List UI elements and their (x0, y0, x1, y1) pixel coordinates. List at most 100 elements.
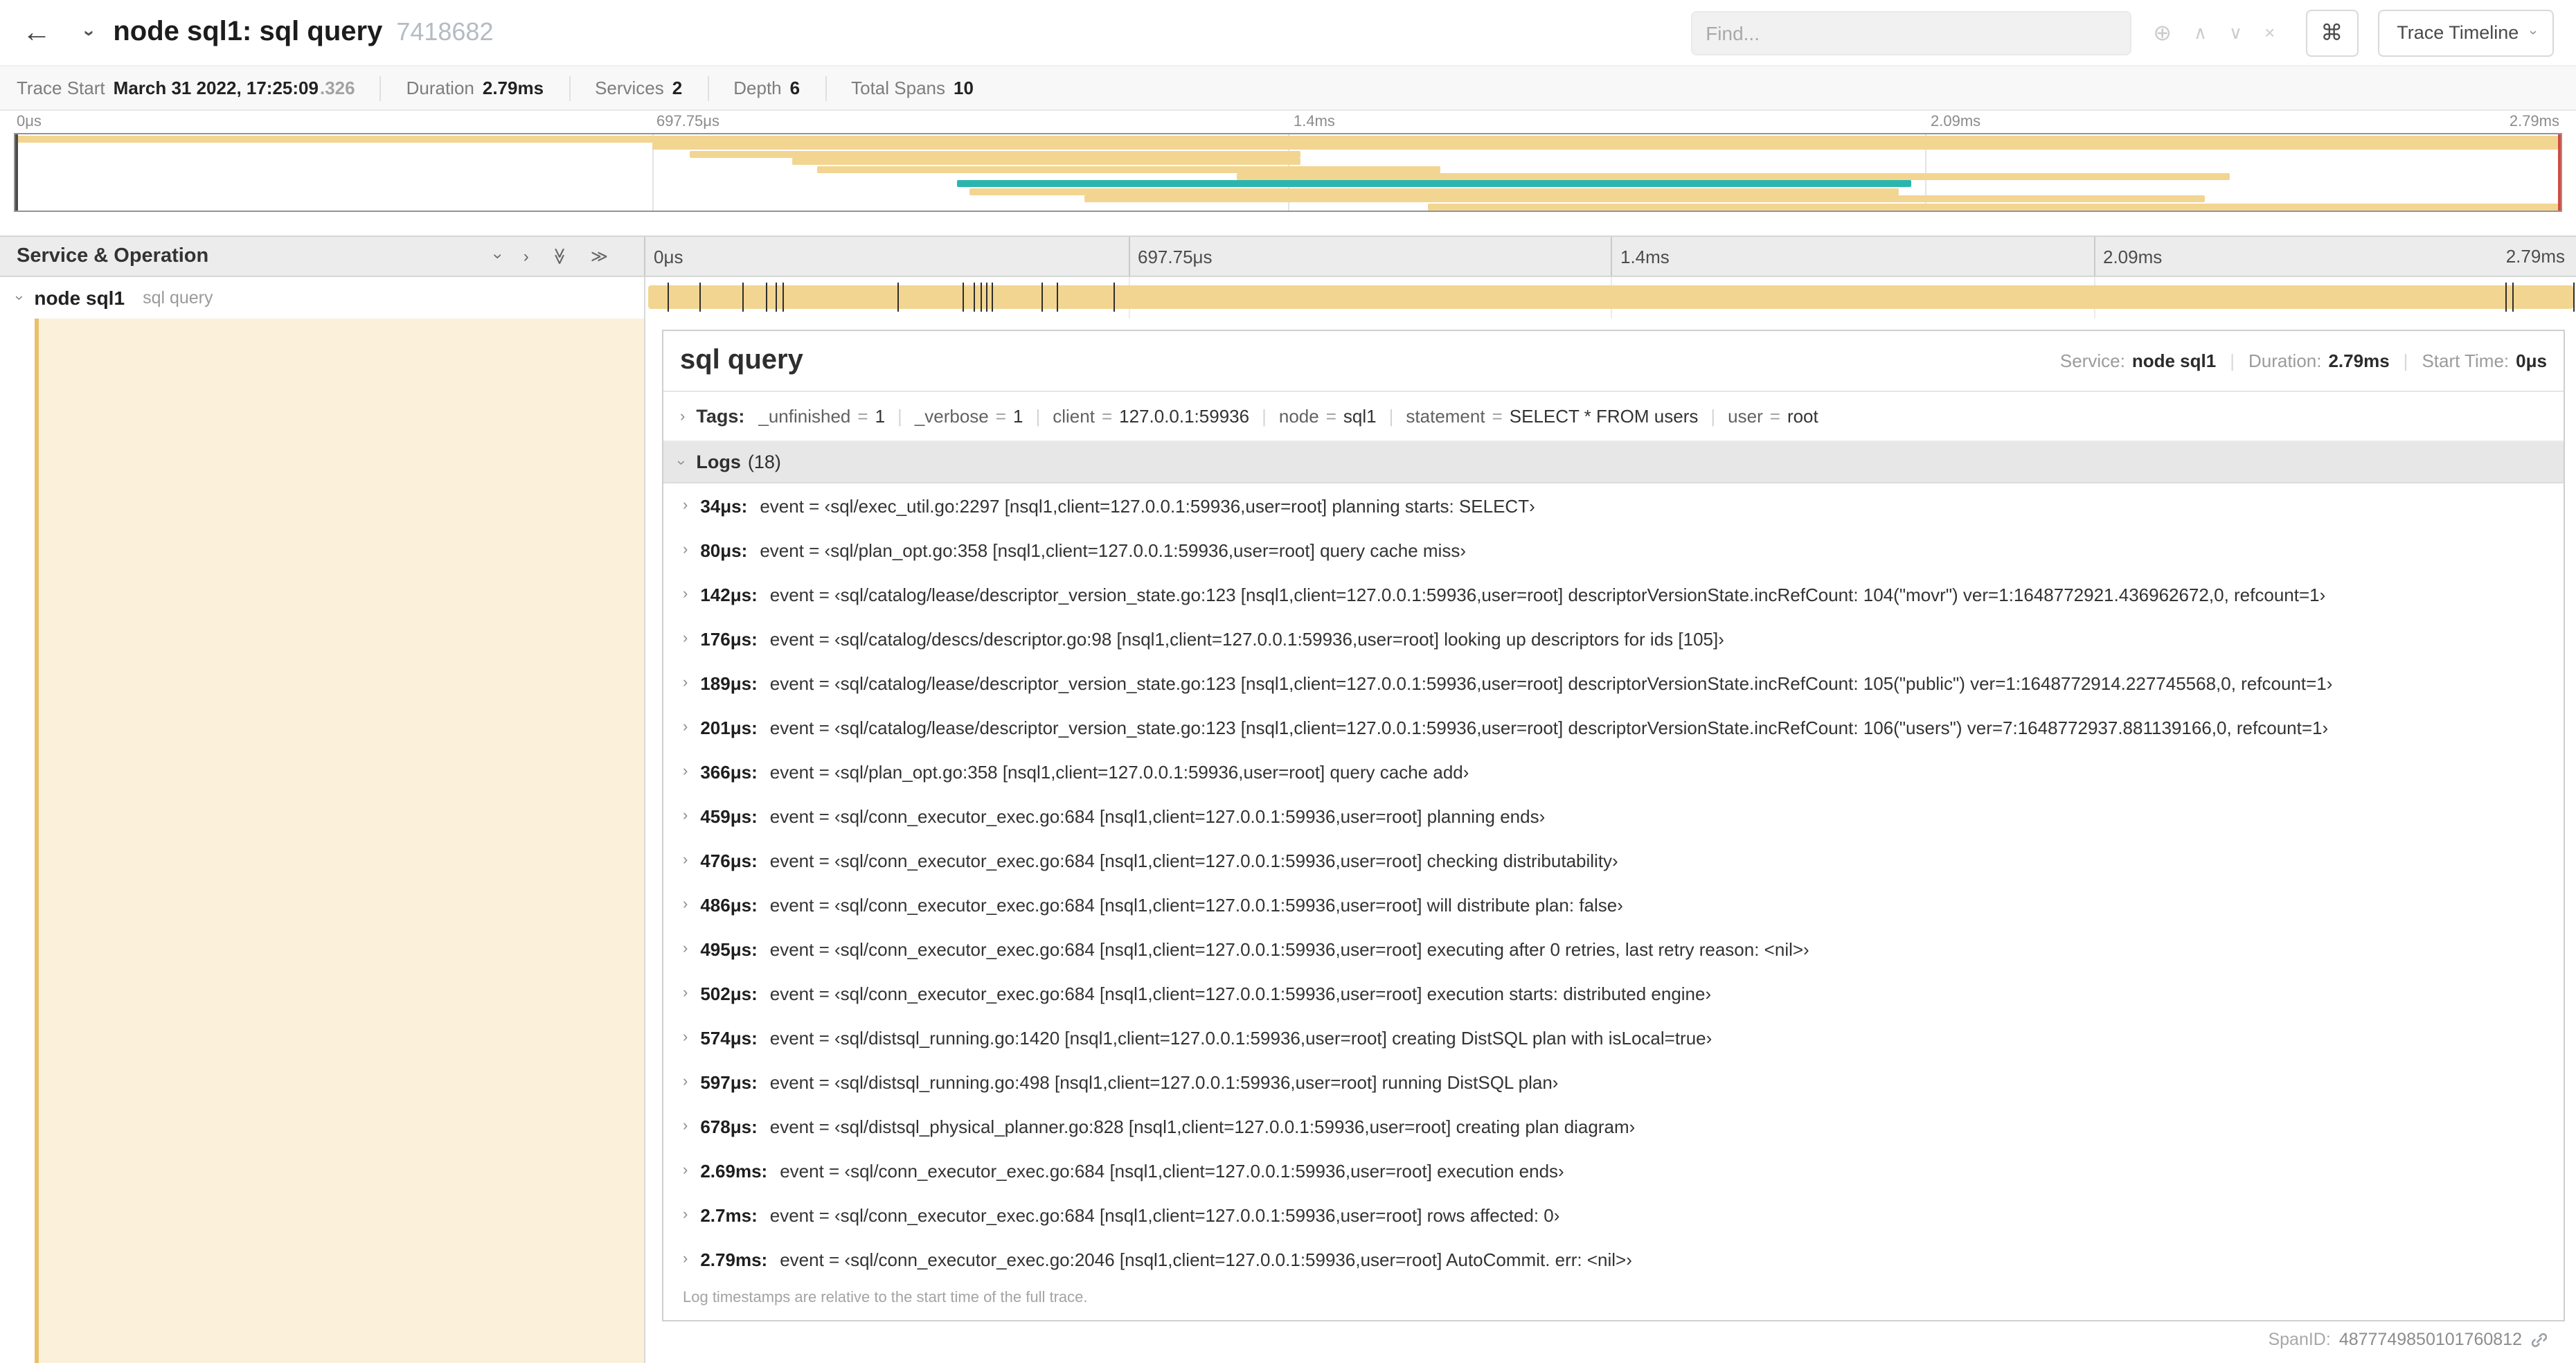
minimap-span-bar (969, 188, 1899, 195)
minimap-scrubber-right[interactable] (2558, 134, 2561, 211)
log-marker-tick (782, 283, 785, 312)
log-timestamp: 189μs: (700, 672, 758, 693)
detail-header: sql query Service: node sql1 | Duration: 2.7… (663, 331, 2564, 392)
log-message: event = ‹sql/exec_util.go:2297 [nsql1,cl… (760, 495, 1535, 516)
log-timestamp: 366μs: (700, 761, 758, 782)
tag-equals: = (1769, 406, 1780, 427)
log-marker-tick (985, 283, 987, 312)
span-expand-chevron-icon[interactable]: › (11, 295, 28, 300)
minimap-span-bar (652, 143, 2561, 150)
span-bar-cell[interactable] (645, 277, 2576, 319)
tag-item: _verbose = 1 (915, 406, 1023, 427)
expand-one-icon[interactable]: › (524, 247, 529, 266)
locate-icon[interactable]: ⊕ (2153, 19, 2172, 46)
timeline-header: Service & Operation › › ≫ ≫ 0μs 697.75μs 1… (0, 235, 2576, 277)
log-marker-tick (963, 283, 964, 312)
detail-row-accent (35, 319, 39, 1363)
minimap-tick-label: 697.75μs (656, 114, 719, 130)
minimap-span-bar (15, 136, 2561, 143)
detail-panel: sql query Service: node sql1 | Duration: 2.7… (645, 319, 2576, 1363)
prev-result-icon[interactable]: ∧ (2194, 21, 2207, 44)
span-overview: Service: node sql1 | Duration: 2.79ms | Start … (2060, 350, 2547, 371)
trace-view-selector[interactable]: Trace Timeline › (2377, 9, 2554, 56)
tag-key: user (1728, 406, 1763, 427)
log-marker-tick (775, 283, 777, 312)
chevron-right-icon: › (683, 1118, 688, 1134)
log-message: event = ‹sql/conn_executor_exec.go:684 [… (769, 1204, 1560, 1225)
log-timestamp: 678μs: (700, 1116, 758, 1137)
logs-label: Logs (696, 452, 741, 472)
log-message: event = ‹sql/conn_executor_exec.go:684 [… (769, 894, 1623, 915)
log-marker-tick (974, 283, 976, 312)
minimap-span-bar (1084, 195, 2205, 203)
log-row[interactable]: › 2.69ms: event = ‹sql/conn_executor_exec.… (663, 1148, 2564, 1193)
tags-row[interactable]: › Tags: _unfinished = 1 | _verbose = 1 | client =… (663, 392, 2564, 442)
chevron-right-icon: › (683, 1029, 688, 1046)
span-detail-card: sql query Service: node sql1 | Duration: 2.7… (662, 330, 2565, 1321)
keyboard-shortcuts-button[interactable]: ⌘ (2305, 9, 2359, 56)
tag-separator: | (1262, 406, 1267, 427)
tag-equals: = (1325, 406, 1336, 427)
chevron-right-icon: › (683, 1074, 688, 1090)
log-row[interactable]: › 459μs: event = ‹sql/conn_executor_exec.g… (663, 794, 2564, 838)
summary-item: Services 2 (569, 75, 707, 100)
tag-value: 1 (875, 406, 886, 427)
log-row[interactable]: › 2.7ms: event = ‹sql/conn_executor_exec.g… (663, 1193, 2564, 1237)
summary-label: Services (595, 78, 664, 98)
log-row[interactable]: › 495μs: event = ‹sql/conn_executor_exec.g… (663, 927, 2564, 971)
minimap-scrubber-left[interactable] (15, 134, 18, 211)
tag-item: node = sql1 (1279, 406, 1377, 427)
back-button[interactable]: ← (22, 16, 51, 49)
link-icon[interactable] (2530, 1330, 2548, 1348)
minimap-canvas[interactable] (14, 133, 2562, 212)
log-message: event = ‹sql/plan_opt.go:358 [nsql1,clie… (760, 540, 1467, 560)
trace-view-label: Trace Timeline (2397, 22, 2519, 43)
log-row[interactable]: › 678μs: event = ‹sql/distsql_physical_pla… (663, 1104, 2564, 1148)
log-row[interactable]: › 189μs: event = ‹sql/catalog/lease/descri… (663, 661, 2564, 705)
log-message: event = ‹sql/conn_executor_exec.go:684 [… (769, 938, 1809, 959)
next-result-icon[interactable]: ∨ (2229, 21, 2242, 44)
log-row[interactable]: › 142μs: event = ‹sql/catalog/lease/descri… (663, 572, 2564, 616)
tag-value: sql1 (1343, 406, 1377, 427)
log-row[interactable]: › 476μs: event = ‹sql/conn_executor_exec.g… (663, 838, 2564, 882)
tag-separator: | (1388, 406, 1394, 427)
timeline-tick-label: 1.4ms (1620, 246, 1670, 267)
span-row[interactable]: › node sql1 sql query (0, 277, 2576, 319)
expand-all-icon[interactable]: ≫ (591, 247, 608, 266)
clear-search-icon[interactable]: × (2264, 22, 2275, 43)
tag-key: _verbose (914, 406, 989, 427)
logs-header[interactable]: › Logs (18) (663, 442, 2564, 483)
log-timestamp: 176μs: (700, 628, 758, 649)
log-row[interactable]: › 201μs: event = ‹sql/catalog/lease/descri… (663, 705, 2564, 749)
find-input[interactable] (1690, 10, 2131, 55)
logs-count: (18) (747, 452, 781, 472)
minimap-tick-label: 2.79ms (2509, 114, 2559, 130)
log-timestamp: 459μs: (700, 805, 758, 826)
log-row[interactable]: › 486μs: event = ‹sql/conn_executor_exec.g… (663, 882, 2564, 927)
log-row[interactable]: › 502μs: event = ‹sql/conn_executor_exec.g… (663, 971, 2564, 1015)
overview-value: 2.79ms (2328, 350, 2390, 371)
log-row[interactable]: › 34μs: event = ‹sql/exec_util.go:2297 [ns… (663, 483, 2564, 528)
span-id-value: 4877749850101760812 (2338, 1330, 2522, 1349)
chevron-right-icon: › (683, 1251, 688, 1267)
overview-item: Start Time: 0μs (2422, 350, 2547, 371)
collapse-all-icon[interactable]: ≫ (550, 247, 569, 265)
log-row[interactable]: › 597μs: event = ‹sql/distsql_running.go:4… (663, 1060, 2564, 1104)
log-row[interactable]: › 176μs: event = ‹sql/catalog/descs/descri… (663, 616, 2564, 661)
trace-title-chevron-icon[interactable]: › (80, 29, 102, 35)
log-row[interactable]: › 366μs: event = ‹sql/plan_opt.go:358 [nsq… (663, 749, 2564, 794)
chevron-down-icon: › (2524, 30, 2540, 35)
overview-value: node sql1 (2131, 350, 2217, 371)
chevron-right-icon: › (683, 1206, 688, 1223)
summary-value: 2.79ms (482, 78, 544, 98)
overview-item: Service: node sql1 (2060, 350, 2216, 371)
span-duration-bar[interactable] (648, 285, 2573, 309)
log-row[interactable]: › 2.79ms: event = ‹sql/conn_executor_exec.… (663, 1237, 2564, 1281)
tag-item: statement = SELECT * FROM users (1406, 406, 1698, 427)
log-row[interactable]: › 80μs: event = ‹sql/plan_opt.go:358 [nsql… (663, 528, 2564, 572)
log-row[interactable]: › 574μs: event = ‹sql/distsql_running.go:1… (663, 1015, 2564, 1060)
chevron-right-icon: › (683, 808, 688, 824)
minimap-span-bar (1428, 203, 2561, 211)
span-name-cell[interactable]: › node sql1 sql query (0, 277, 645, 319)
collapse-one-icon[interactable]: › (489, 253, 508, 259)
